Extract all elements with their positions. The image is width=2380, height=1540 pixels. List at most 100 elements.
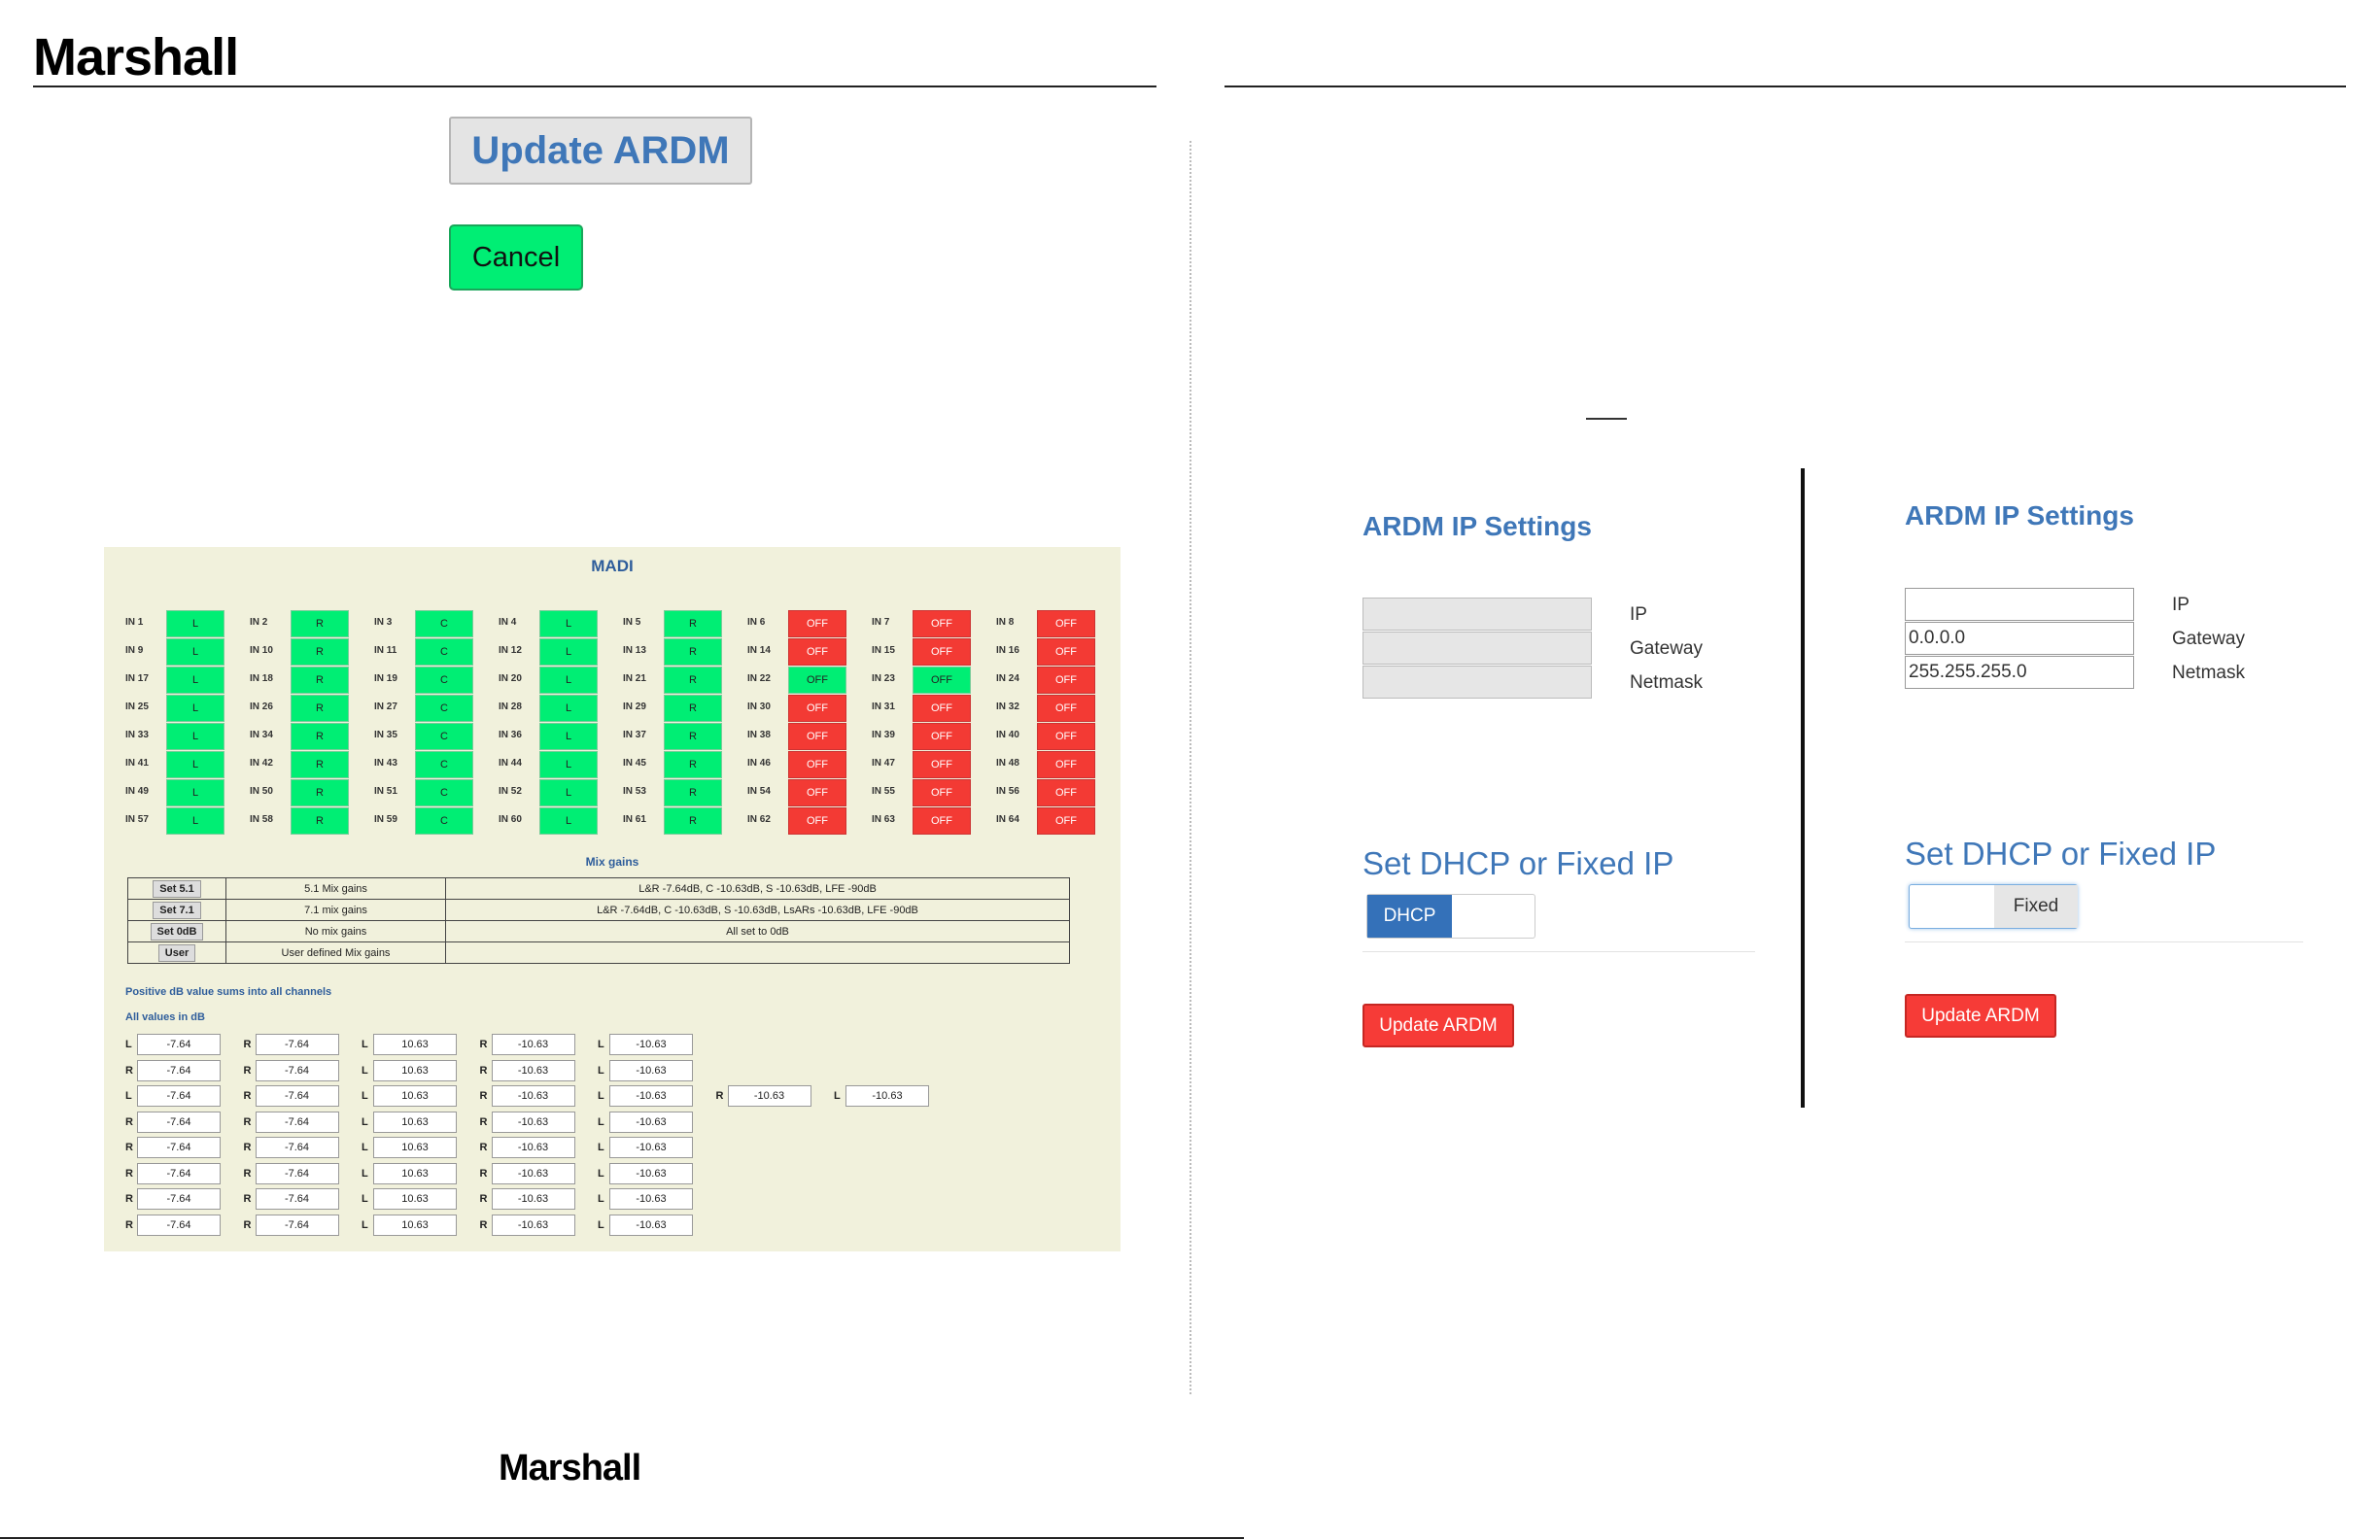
channel-assign-button[interactable]: OFF <box>1037 695 1095 722</box>
toggle-dhcp[interactable]: DHCP <box>1367 895 1452 938</box>
gain-input[interactable]: -7.64 <box>137 1059 221 1081</box>
channel-assign-button[interactable]: C <box>415 751 473 778</box>
channel-assign-button[interactable]: R <box>664 667 722 694</box>
netmask-field[interactable]: 255.255.255.0 <box>1905 656 2134 689</box>
channel-assign-button[interactable]: L <box>166 807 224 835</box>
channel-assign-button[interactable]: OFF <box>788 751 846 778</box>
gain-input[interactable]: -7.64 <box>137 1214 221 1236</box>
gain-input[interactable]: -7.64 <box>255 1034 339 1055</box>
channel-assign-button[interactable]: C <box>415 638 473 666</box>
channel-assign-button[interactable]: L <box>166 695 224 722</box>
channel-assign-button[interactable]: L <box>539 610 598 637</box>
channel-assign-button[interactable]: C <box>415 695 473 722</box>
update-ardm-button[interactable]: Update ARDM <box>1362 1004 1514 1047</box>
channel-assign-button[interactable]: R <box>664 695 722 722</box>
channel-assign-button[interactable]: R <box>664 610 722 637</box>
gain-input[interactable]: -7.64 <box>137 1137 221 1158</box>
channel-assign-button[interactable]: R <box>291 667 349 694</box>
gain-input[interactable]: -10.63 <box>491 1059 575 1081</box>
channel-assign-button[interactable]: C <box>415 723 473 750</box>
channel-assign-button[interactable]: L <box>539 638 598 666</box>
channel-assign-button[interactable]: C <box>415 610 473 637</box>
gain-input[interactable]: 10.63 <box>373 1214 457 1236</box>
gain-input[interactable]: 10.63 <box>373 1137 457 1158</box>
mix-preset-button[interactable]: User <box>157 943 196 962</box>
ip-field[interactable] <box>1362 598 1592 631</box>
channel-assign-button[interactable]: OFF <box>913 751 971 778</box>
gain-input[interactable]: -10.63 <box>609 1059 693 1081</box>
channel-assign-button[interactable]: OFF <box>1037 610 1095 637</box>
channel-assign-button[interactable]: OFF <box>1037 723 1095 750</box>
gain-input[interactable]: -10.63 <box>491 1085 575 1107</box>
mix-preset-button[interactable]: Set 7.1 <box>153 901 201 919</box>
gain-input[interactable]: -10.63 <box>491 1162 575 1184</box>
gain-input[interactable]: 10.63 <box>373 1059 457 1081</box>
gain-input[interactable]: -10.63 <box>609 1085 693 1107</box>
mix-preset-button[interactable]: Set 5.1 <box>153 879 201 898</box>
channel-assign-button[interactable]: OFF <box>913 723 971 750</box>
channel-assign-button[interactable]: OFF <box>1037 638 1095 666</box>
channel-assign-button[interactable]: OFF <box>788 807 846 835</box>
gain-input[interactable]: -10.63 <box>845 1085 929 1107</box>
gain-input[interactable]: -7.64 <box>137 1085 221 1107</box>
channel-assign-button[interactable]: OFF <box>788 723 846 750</box>
channel-assign-button[interactable]: OFF <box>1037 751 1095 778</box>
gain-input[interactable]: -10.63 <box>609 1034 693 1055</box>
channel-assign-button[interactable]: R <box>291 610 349 637</box>
channel-assign-button[interactable]: L <box>166 779 224 806</box>
channel-assign-button[interactable]: L <box>539 779 598 806</box>
gain-input[interactable]: -10.63 <box>491 1214 575 1236</box>
gain-input[interactable]: -7.64 <box>255 1188 339 1210</box>
gain-input[interactable]: -7.64 <box>137 1034 221 1055</box>
channel-assign-button[interactable]: OFF <box>913 667 971 694</box>
channel-assign-button[interactable]: OFF <box>913 695 971 722</box>
channel-assign-button[interactable]: L <box>166 751 224 778</box>
gain-input[interactable]: 10.63 <box>373 1034 457 1055</box>
gain-input[interactable]: -7.64 <box>255 1162 339 1184</box>
channel-assign-button[interactable]: OFF <box>1037 807 1095 835</box>
channel-assign-button[interactable]: OFF <box>788 667 846 694</box>
channel-assign-button[interactable]: R <box>291 695 349 722</box>
mix-preset-button[interactable]: Set 0dB <box>150 922 204 941</box>
update-ardm-button[interactable]: Update ARDM <box>1905 994 2056 1038</box>
channel-assign-button[interactable]: L <box>539 695 598 722</box>
channel-assign-button[interactable]: R <box>664 807 722 835</box>
channel-assign-button[interactable]: L <box>166 723 224 750</box>
channel-assign-button[interactable]: R <box>664 751 722 778</box>
channel-assign-button[interactable]: OFF <box>1037 779 1095 806</box>
gain-input[interactable]: 10.63 <box>373 1085 457 1107</box>
toggle-fixed[interactable]: Fixed <box>1994 885 2078 928</box>
gain-input[interactable]: -10.63 <box>491 1111 575 1133</box>
channel-assign-button[interactable]: R <box>664 638 722 666</box>
channel-assign-button[interactable]: R <box>291 779 349 806</box>
gateway-field[interactable]: 0.0.0.0 <box>1905 622 2134 655</box>
channel-assign-button[interactable]: L <box>539 807 598 835</box>
gain-input[interactable]: -10.63 <box>491 1137 575 1158</box>
gateway-field[interactable] <box>1362 632 1592 665</box>
gain-input[interactable]: -10.63 <box>609 1188 693 1210</box>
ip-field[interactable] <box>1905 588 2134 621</box>
channel-assign-button[interactable]: OFF <box>913 638 971 666</box>
channel-assign-button[interactable]: R <box>664 723 722 750</box>
gain-input[interactable]: -7.64 <box>255 1059 339 1081</box>
netmask-field[interactable] <box>1362 666 1592 699</box>
channel-assign-button[interactable]: OFF <box>913 807 971 835</box>
update-ardm-button[interactable]: Update ARDM <box>449 117 752 185</box>
channel-assign-button[interactable]: R <box>291 723 349 750</box>
channel-assign-button[interactable]: OFF <box>788 638 846 666</box>
channel-assign-button[interactable]: OFF <box>788 779 846 806</box>
channel-assign-button[interactable]: OFF <box>788 610 846 637</box>
channel-assign-button[interactable]: R <box>664 779 722 806</box>
gain-input[interactable]: -7.64 <box>137 1162 221 1184</box>
channel-assign-button[interactable]: L <box>166 667 224 694</box>
channel-assign-button[interactable]: R <box>291 638 349 666</box>
gain-input[interactable]: -7.64 <box>255 1085 339 1107</box>
channel-assign-button[interactable]: L <box>166 610 224 637</box>
channel-assign-button[interactable]: OFF <box>788 695 846 722</box>
gain-input[interactable]: 10.63 <box>373 1162 457 1184</box>
cancel-button[interactable]: Cancel <box>449 224 583 291</box>
channel-assign-button[interactable]: OFF <box>913 779 971 806</box>
gain-input[interactable]: -10.63 <box>609 1137 693 1158</box>
channel-assign-button[interactable]: L <box>539 723 598 750</box>
gain-input[interactable]: -7.64 <box>255 1214 339 1236</box>
